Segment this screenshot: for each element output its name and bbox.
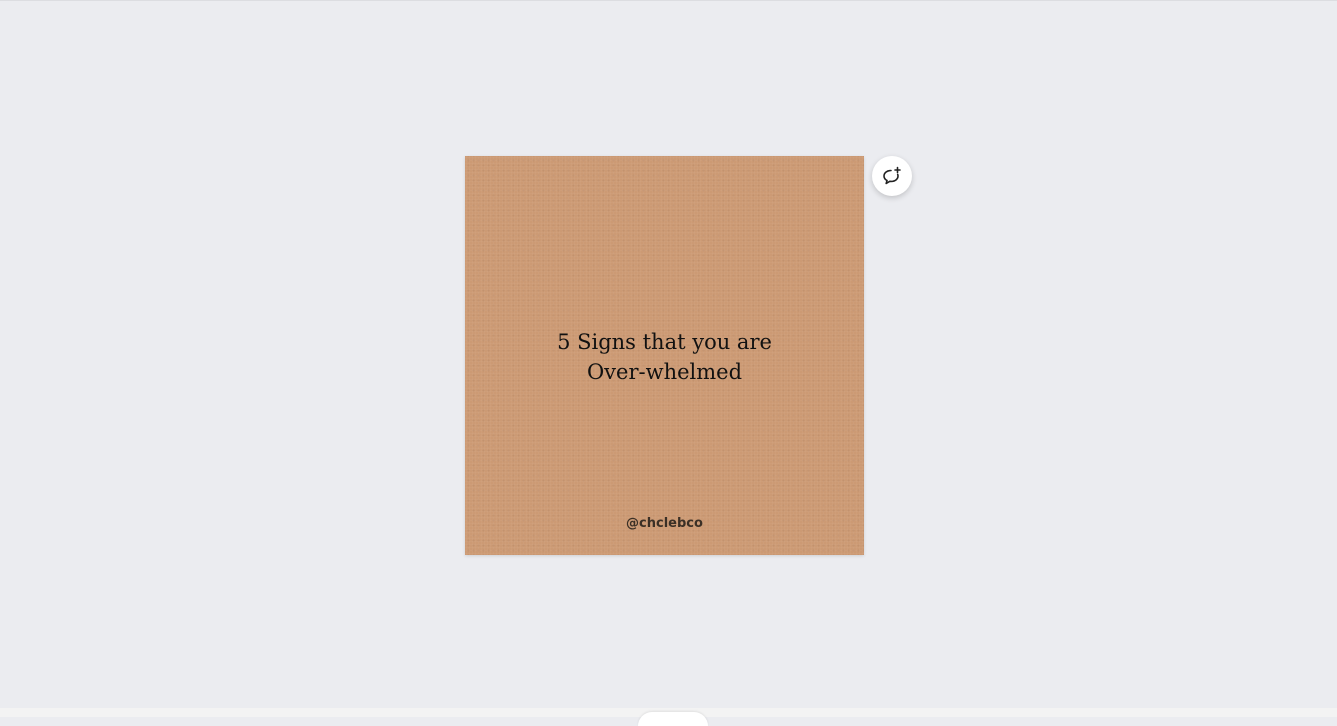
add-comment-button[interactable] [872,156,912,196]
design-page[interactable]: 5 Signs that you are Over-whelmed @chcle… [465,156,864,555]
comment-plus-icon [883,166,901,185]
headline-line-2: Over-whelmed [586,360,743,384]
design-workspace: 5 Signs that you are Over-whelmed @chcle… [0,0,1337,708]
social-handle-text[interactable]: @chclebco [465,516,864,531]
headline-line-1: 5 Signs that you are [557,330,772,354]
bottom-panel-handle[interactable] [638,712,708,726]
headline-text[interactable]: 5 Signs that you are Over-whelmed [465,327,864,387]
